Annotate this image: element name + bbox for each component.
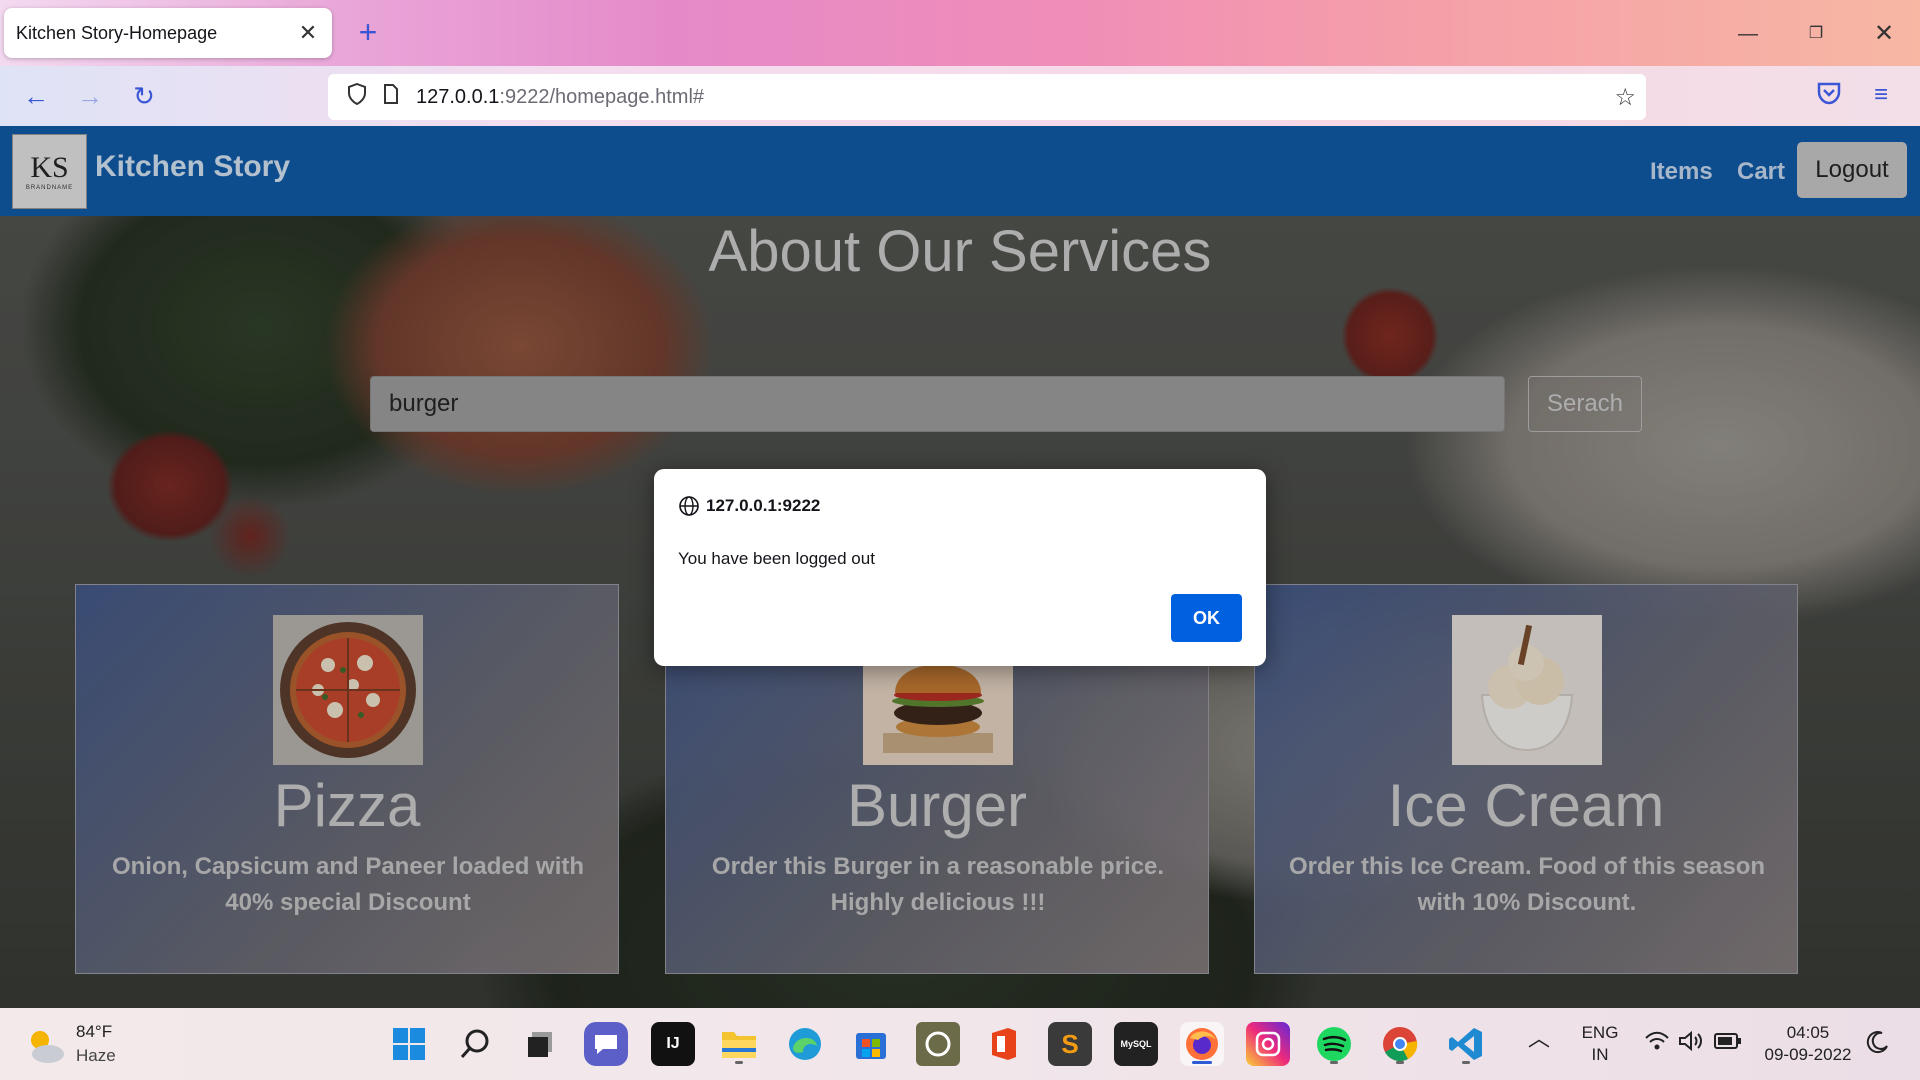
clock-time: 04:05 [1786,1023,1830,1042]
weather-description: Haze [76,1046,116,1065]
url-host: 127.0.0.1 [416,85,500,108]
new-tab-button[interactable]: + [352,14,384,50]
taskbar: 84°F Haze IJ S MySQL ︿ ENG IN 04:05 09-0… [0,1008,1920,1080]
browser-tab[interactable]: Kitchen Story-Homepage ✕ [4,8,332,58]
dialog-origin: 127.0.0.1:9222 [678,495,820,517]
office-icon[interactable] [982,1022,1026,1066]
tab-title: Kitchen Story-Homepage [16,22,218,43]
running-indicator [1462,1061,1470,1064]
sublime-text-icon[interactable]: S [1048,1022,1092,1066]
tab-close-icon[interactable]: ✕ [296,20,320,46]
start-windows-icon[interactable] [387,1022,431,1066]
app-icon[interactable] [916,1022,960,1066]
language-code: ENG [1581,1023,1619,1042]
firefox-icon[interactable] [1180,1022,1224,1066]
alert-dialog: 127.0.0.1:9222 You have been logged out … [654,469,1266,666]
close-window-icon[interactable]: ✕ [1864,14,1904,54]
weather-temperature: 84°F [76,1022,113,1041]
wifi-icon[interactable] [1644,1030,1670,1058]
dialog-origin-text: 127.0.0.1:9222 [706,496,821,515]
bookmark-star-icon[interactable]: ☆ [1614,83,1636,112]
address-bar[interactable]: 127.0.0.1:9222/homepage.html# ☆ [328,74,1646,120]
region-code: IN [1591,1045,1609,1064]
app-menu-icon[interactable]: ≡ [1866,80,1896,110]
minimize-icon[interactable]: — [1728,14,1768,54]
edge-icon[interactable] [783,1022,827,1066]
volume-icon[interactable] [1678,1030,1704,1058]
browser-titlebar: Kitchen Story-Homepage ✕ + — ❐ ✕ [0,0,1920,66]
dialog-message: You have been logged out [678,549,875,568]
vscode-icon[interactable] [1444,1022,1488,1066]
focus-moon-icon[interactable] [1866,1030,1890,1060]
battery-icon[interactable] [1714,1032,1742,1056]
page-icon [374,84,408,110]
clock-date: 09-09-2022 [1764,1045,1852,1064]
microsoft-store-icon[interactable] [849,1022,893,1066]
shield-icon[interactable] [340,82,374,111]
pocket-icon[interactable] [1814,78,1848,112]
spotify-icon[interactable] [1312,1022,1356,1066]
back-arrow-icon[interactable]: ← [16,76,56,116]
ok-button[interactable]: OK [1171,594,1242,642]
running-indicator [735,1061,743,1064]
intellij-icon[interactable]: IJ [651,1022,695,1066]
partly-cloudy-icon [31,1031,64,1063]
clock[interactable]: 04:05 09-09-2022 [1760,1022,1856,1066]
mysql-icon[interactable]: MySQL [1114,1022,1158,1066]
show-hidden-icons-chevron-icon[interactable]: ︿ [1528,1028,1550,1050]
restore-icon[interactable]: ❐ [1796,14,1836,54]
reload-icon[interactable]: ↻ [124,76,164,116]
running-indicator [1396,1061,1404,1064]
globe-icon [679,496,699,516]
active-indicator [1192,1061,1212,1064]
search-icon[interactable] [453,1022,497,1066]
instagram-icon[interactable] [1246,1022,1290,1066]
url-path: :9222/homepage.html# [499,85,705,108]
file-explorer-icon[interactable] [717,1022,761,1066]
task-view-icon[interactable] [518,1022,562,1066]
weather-widget[interactable]: 84°F Haze [24,1022,144,1068]
teams-chat-icon[interactable] [584,1022,628,1066]
forward-arrow-icon[interactable]: → [70,76,110,116]
running-indicator [1330,1061,1338,1064]
chrome-icon[interactable] [1378,1022,1422,1066]
browser-toolbar: ← → ↻ 127.0.0.1:9222/homepage.html# ☆ ≡ [0,66,1920,126]
language-indicator[interactable]: ENG IN [1578,1022,1622,1066]
